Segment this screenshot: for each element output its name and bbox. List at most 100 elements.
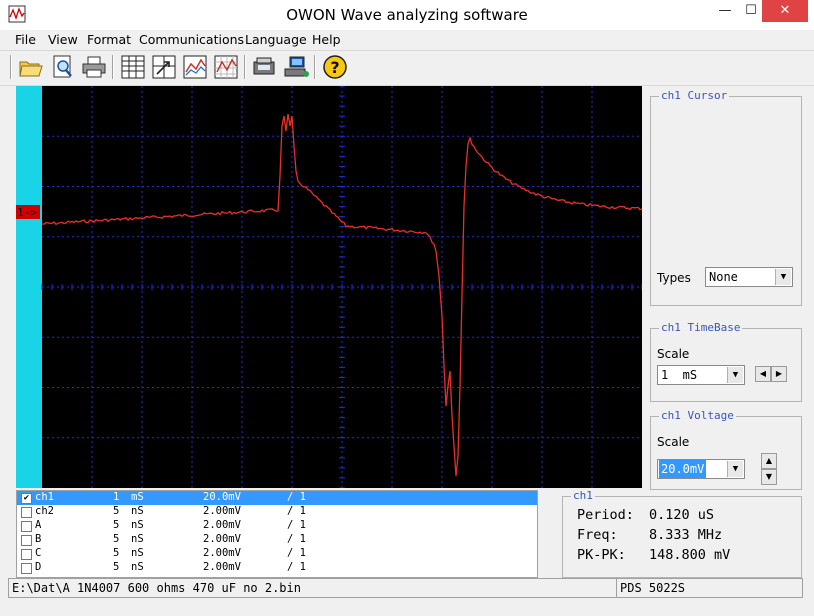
channel-checkbox[interactable] bbox=[21, 521, 32, 532]
menu-bar: File View Format Communications Language… bbox=[0, 30, 814, 50]
scope-grid bbox=[41, 86, 642, 488]
pkpk-label: PK-PK: bbox=[577, 547, 626, 563]
channel-name: A bbox=[35, 519, 42, 531]
channel-list: ✔ ch1 1 mS 20.0mV / 1 ch2 5 nS 2.00mV / … bbox=[16, 490, 538, 578]
channel-row-ch1[interactable]: ✔ ch1 1 mS 20.0mV / 1 bbox=[17, 491, 537, 505]
channel-ratio: / 1 bbox=[287, 491, 306, 503]
menu-format[interactable]: Format bbox=[87, 32, 131, 47]
channel-row-b[interactable]: B 5 nS 2.00mV / 1 bbox=[17, 533, 537, 547]
toolbar-separator bbox=[10, 55, 12, 79]
table-icon[interactable] bbox=[119, 54, 147, 80]
channel-checkbox[interactable]: ✔ bbox=[21, 493, 32, 504]
channel-ratio: / 1 bbox=[287, 533, 306, 545]
channel-time-unit: mS bbox=[131, 491, 144, 503]
status-device: PDS 5022S bbox=[616, 578, 803, 598]
chevron-down-icon[interactable]: ▼ bbox=[775, 269, 791, 285]
channel-time-unit: nS bbox=[131, 533, 144, 545]
chevron-down-icon[interactable]: ▼ bbox=[727, 461, 743, 477]
minimize-button[interactable]: — bbox=[712, 0, 738, 22]
window-title: OWON Wave analyzing software bbox=[286, 6, 528, 24]
channel-name: D bbox=[35, 561, 42, 573]
print-icon[interactable] bbox=[80, 54, 108, 80]
voltage-panel: ch1 Voltage Scale 20.0mV ▼ ▲ ▼ bbox=[650, 409, 802, 490]
waveform-display[interactable]: 1-> bbox=[16, 86, 642, 488]
cursor-types-value: None bbox=[709, 270, 738, 284]
channel-time: 5 bbox=[113, 533, 120, 545]
pkpk-value: 148.800 mV bbox=[649, 547, 731, 563]
measurement-panel: ch1 Period: 0.120 uS Freq: 8.333 MHz PK-… bbox=[562, 489, 802, 578]
menu-help[interactable]: Help bbox=[312, 32, 341, 47]
channel-checkbox[interactable] bbox=[21, 507, 32, 518]
voltage-scale-select[interactable]: 20.0mV ▼ bbox=[657, 459, 745, 479]
print-preview-icon[interactable] bbox=[49, 54, 77, 80]
channel-name: B bbox=[35, 533, 42, 545]
freq-label: Freq: bbox=[577, 527, 618, 543]
channel-time: 5 bbox=[113, 519, 120, 531]
voltage-scale-value: 20.0mV bbox=[659, 460, 707, 478]
device-icon[interactable] bbox=[251, 54, 279, 80]
channel-checkbox[interactable] bbox=[21, 563, 32, 574]
voltage-decrease-button[interactable]: ▼ bbox=[761, 469, 777, 485]
chart-icon[interactable] bbox=[181, 54, 209, 80]
menu-view[interactable]: View bbox=[48, 32, 78, 47]
channel-time-unit: nS bbox=[131, 505, 144, 517]
menu-communications[interactable]: Communications bbox=[139, 32, 244, 47]
timebase-panel: ch1 TimeBase Scale 1 mS ▼ ◀ ▶ bbox=[650, 321, 802, 402]
measurement-panel-title: ch1 bbox=[571, 489, 595, 502]
channel-time: 1 bbox=[113, 491, 120, 503]
toolbar-separator bbox=[314, 55, 316, 79]
channel-row-c[interactable]: C 5 nS 2.00mV / 1 bbox=[17, 547, 537, 561]
voltage-scale-label: Scale bbox=[657, 435, 690, 449]
toolbar: ? bbox=[0, 50, 814, 86]
channel-volt: 20.0mV bbox=[203, 491, 241, 503]
title-bar: OWON Wave analyzing software — ☐ ✕ bbox=[0, 0, 814, 30]
channel-checkbox[interactable] bbox=[21, 535, 32, 546]
ch1-level-marker: 1-> bbox=[16, 205, 40, 219]
period-label: Period: bbox=[577, 507, 634, 523]
channel-time-unit: nS bbox=[131, 561, 144, 573]
device-connect-icon[interactable] bbox=[282, 54, 310, 80]
types-label: Types bbox=[657, 271, 691, 285]
period-value: 0.120 uS bbox=[649, 507, 715, 523]
timebase-scale-select[interactable]: 1 mS ▼ bbox=[657, 365, 745, 385]
channel-time: 5 bbox=[113, 505, 120, 517]
timebase-increase-button[interactable]: ▶ bbox=[771, 366, 787, 382]
channel-name: ch1 bbox=[35, 491, 54, 503]
channel-name: C bbox=[35, 547, 42, 559]
chart-grid-icon[interactable] bbox=[212, 54, 240, 80]
timebase-scale-value: 1 mS bbox=[661, 368, 698, 382]
close-button[interactable]: ✕ bbox=[762, 0, 808, 22]
maximize-button[interactable]: ☐ bbox=[738, 0, 764, 22]
svg-text:?: ? bbox=[330, 58, 339, 77]
timebase-scale-label: Scale bbox=[657, 347, 690, 361]
channel-row-ch2[interactable]: ch2 5 nS 2.00mV / 1 bbox=[17, 505, 537, 519]
channel-volt: 2.00mV bbox=[203, 533, 241, 545]
cursor-types-select[interactable]: None ▼ bbox=[705, 267, 793, 287]
channel-ratio: / 1 bbox=[287, 561, 306, 573]
voltage-increase-button[interactable]: ▲ bbox=[761, 453, 777, 469]
channel-volt: 2.00mV bbox=[203, 547, 241, 559]
open-folder-icon[interactable] bbox=[17, 54, 45, 80]
channel-row-a[interactable]: A 5 nS 2.00mV / 1 bbox=[17, 519, 537, 533]
channel-time-unit: nS bbox=[131, 547, 144, 559]
status-bar: E:\Dat\A 1N4007 600 ohms 470 uF no 2.bin… bbox=[0, 578, 814, 598]
help-icon[interactable]: ? bbox=[321, 54, 349, 80]
menu-file[interactable]: File bbox=[15, 32, 36, 47]
toolbar-separator bbox=[244, 55, 246, 79]
freq-value: 8.333 MHz bbox=[649, 527, 723, 543]
cursor-panel-title: ch1 Cursor bbox=[659, 89, 730, 102]
channel-volt: 2.00mV bbox=[203, 519, 241, 531]
channel-name: ch2 bbox=[35, 505, 54, 517]
toolbar-separator bbox=[112, 55, 114, 79]
channel-checkbox[interactable] bbox=[21, 549, 32, 560]
chevron-down-icon[interactable]: ▼ bbox=[727, 367, 743, 383]
menu-language[interactable]: Language bbox=[245, 32, 307, 47]
channel-time-unit: nS bbox=[131, 519, 144, 531]
voltage-panel-title: ch1 Voltage bbox=[659, 409, 736, 422]
export-icon[interactable] bbox=[150, 54, 178, 80]
channel-ratio: / 1 bbox=[287, 519, 306, 531]
channel-time: 5 bbox=[113, 561, 120, 573]
channel-time: 5 bbox=[113, 547, 120, 559]
timebase-decrease-button[interactable]: ◀ bbox=[755, 366, 771, 382]
channel-row-d[interactable]: D 5 nS 2.00mV / 1 bbox=[17, 561, 537, 575]
